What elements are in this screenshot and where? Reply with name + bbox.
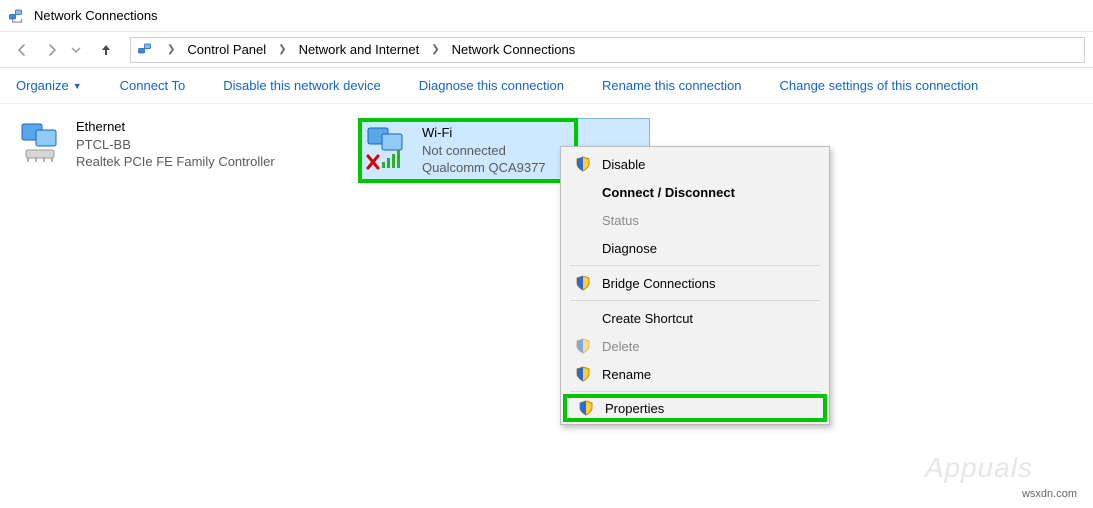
separator xyxy=(570,265,820,266)
breadcrumb-segment[interactable]: Network Connections xyxy=(446,38,582,62)
address-bar-icon xyxy=(137,41,155,59)
adapter-name: Wi-Fi xyxy=(422,124,546,142)
command-bar: Organize▼ Connect To Disable this networ… xyxy=(0,68,1093,104)
organize-menu[interactable]: Organize▼ xyxy=(10,74,88,97)
breadcrumb-segment[interactable]: Control Panel xyxy=(181,38,272,62)
change-settings-button[interactable]: Change settings of this connection xyxy=(773,74,984,97)
rename-connection-button[interactable]: Rename this connection xyxy=(596,74,747,97)
watermark-logo: Appuals xyxy=(925,452,1033,484)
shield-icon xyxy=(577,399,595,417)
title-bar: Network Connections xyxy=(0,0,1093,32)
adapter-device: Qualcomm QCA9377 xyxy=(422,159,546,177)
content-area: Ethernet PTCL-BB Realtek PCIe FE Family … xyxy=(0,104,1093,504)
chevron-down-icon: ▼ xyxy=(73,81,82,91)
shield-icon xyxy=(574,365,592,383)
window-title: Network Connections xyxy=(34,8,158,23)
ctx-diagnose[interactable]: Diagnose xyxy=(564,234,826,262)
ctx-bridge[interactable]: Bridge Connections xyxy=(564,269,826,297)
watermark-source: wsxdn.com xyxy=(1022,488,1077,500)
ctx-disable[interactable]: Disable xyxy=(564,150,826,178)
chevron-right-icon: ❯ xyxy=(425,44,445,55)
nav-bar: ❯ Control Panel ❯ Network and Internet ❯… xyxy=(0,32,1093,68)
diagnose-button[interactable]: Diagnose this connection xyxy=(413,74,570,97)
adapter-item-ethernet[interactable]: Ethernet PTCL-BB Realtek PCIe FE Family … xyxy=(18,118,318,171)
shield-icon xyxy=(574,337,592,355)
ctx-rename[interactable]: Rename xyxy=(564,360,826,388)
ctx-properties[interactable]: Properties xyxy=(563,394,827,422)
connect-to-button[interactable]: Connect To xyxy=(114,74,192,97)
disable-device-button[interactable]: Disable this network device xyxy=(217,74,387,97)
wifi-adapter-icon xyxy=(364,124,412,172)
adapter-name: Ethernet xyxy=(76,118,275,136)
blank-icon xyxy=(574,183,592,201)
back-button[interactable] xyxy=(8,36,36,64)
blank-icon xyxy=(574,211,592,229)
breadcrumb-segment[interactable]: Network and Internet xyxy=(293,38,426,62)
forward-button[interactable] xyxy=(38,36,66,64)
ctx-status: Status xyxy=(564,206,826,234)
up-button[interactable] xyxy=(92,36,120,64)
adapter-item-wifi[interactable]: Wi-Fi Not connected Qualcomm QCA9377 xyxy=(358,118,578,183)
adapter-device: Realtek PCIe FE Family Controller xyxy=(76,153,275,171)
address-bar[interactable]: ❯ Control Panel ❯ Network and Internet ❯… xyxy=(130,37,1085,63)
adapter-status: PTCL-BB xyxy=(76,136,275,154)
separator xyxy=(570,300,820,301)
chevron-right-icon: ❯ xyxy=(272,44,292,55)
ctx-connect-disconnect[interactable]: Connect / Disconnect xyxy=(564,178,826,206)
shield-icon xyxy=(574,155,592,173)
blank-icon xyxy=(574,309,592,327)
blank-icon xyxy=(574,239,592,257)
app-icon xyxy=(8,7,26,25)
adapter-status: Not connected xyxy=(422,142,546,160)
context-menu: Disable Connect / Disconnect Status Diag… xyxy=(560,146,830,425)
chevron-right-icon: ❯ xyxy=(161,44,181,55)
separator xyxy=(570,391,820,392)
ctx-create-shortcut[interactable]: Create Shortcut xyxy=(564,304,826,332)
shield-icon xyxy=(574,274,592,292)
history-dropdown[interactable] xyxy=(68,36,84,64)
ctx-delete: Delete xyxy=(564,332,826,360)
ethernet-adapter-icon xyxy=(18,118,66,166)
